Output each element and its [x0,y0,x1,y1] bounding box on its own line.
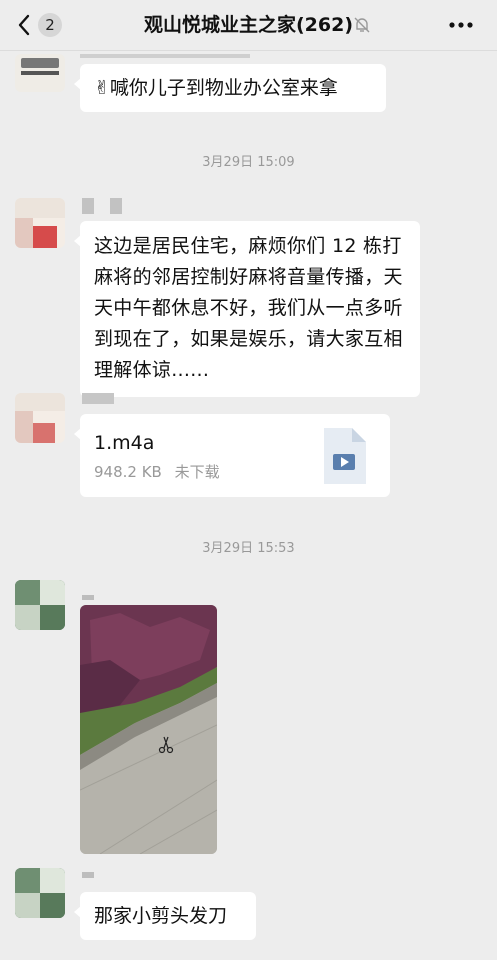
avatar-pixel [15,393,65,411]
avatar-pixel [15,580,40,605]
avatar-pixel [15,893,40,918]
avatar[interactable] [15,393,65,443]
avatar-pixel [40,893,65,918]
avatar[interactable] [15,580,65,630]
avatar-pixel [40,868,65,893]
mute-bell-icon [354,17,370,33]
message-bubble[interactable]: ✌喊你儿子到物业办公室来拿 [74,64,386,112]
timestamp: 3月29日 15:09 [202,155,295,170]
chat-header: 2 观山悦城业主之家(262) [0,0,497,51]
avatar-pixel [33,226,57,248]
chat-title: 观山悦城业主之家(262) [143,14,354,36]
message-text: 这边是居民住宅，麻烦你们 12 栋打麻将的邻居控制好麻将音量传播，天天中午都休息… [94,235,403,381]
image-message[interactable] [80,605,217,854]
avatar-pixel [40,605,65,630]
sender-name-pixel [82,872,94,878]
file-meta: 948.2 KB 未下载 [94,462,220,482]
file-name: 1.m4a [94,432,155,454]
avatar[interactable] [15,868,65,918]
avatar-pixel [15,411,33,443]
file-download-status: 未下载 [174,463,220,481]
file-message-bubble[interactable]: 1.m4a 948.2 KB 未下载 [74,414,390,497]
audio-file-icon [324,428,366,484]
photo-plants-and-pavement [80,605,217,854]
avatar[interactable] [15,198,65,248]
avatar-logo-text [21,71,59,75]
avatar-mountain-graphic [21,58,59,68]
timestamp: 3月29日 15:53 [202,541,295,556]
message-text: ✌喊你儿子到物业办公室来拿 [94,77,338,99]
message-bubble[interactable]: 这边是居民住宅，麻烦你们 12 栋打麻将的邻居控制好麻将音量传播，天天中午都休息… [74,221,420,397]
file-size: 948.2 KB [94,463,162,481]
sender-name-cut [80,54,250,58]
avatar-pixel [15,218,33,248]
message-text: 那家小剪头发刀 [94,905,228,927]
sender-name-pixel [82,595,94,600]
avatar[interactable] [15,54,65,92]
sender-name-pixel [82,393,114,404]
avatar-pixel [40,580,65,605]
avatar-pixel [15,198,65,218]
more-icon[interactable] [446,14,476,36]
avatar-pixel [33,423,55,443]
sender-name-pixel [82,198,94,214]
avatar-pixel [15,868,40,893]
sender-name-pixel [110,198,122,214]
avatar-pixel [15,605,40,630]
message-bubble[interactable]: 那家小剪头发刀 [74,892,256,940]
